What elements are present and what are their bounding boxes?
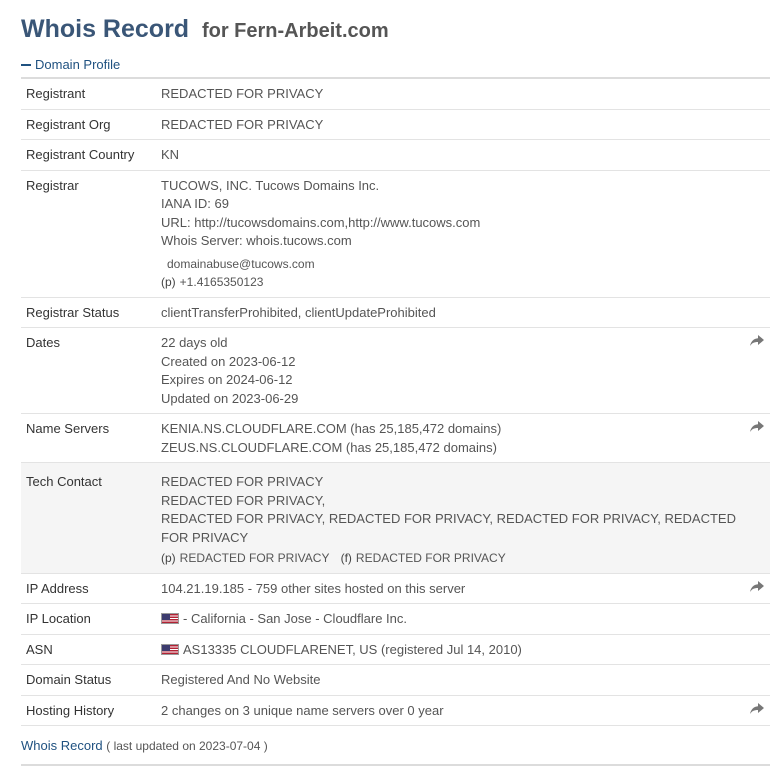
registrar-iana: IANA ID: 69 bbox=[161, 196, 229, 211]
row-name-servers: Name Servers KENIA.NS.CLOUDFLARE.COM (ha… bbox=[21, 413, 770, 463]
tech-contact-value: REDACTED FOR PRIVACY REDACTED FOR PRIVAC… bbox=[156, 462, 770, 574]
us-flag-icon bbox=[161, 643, 179, 655]
domain-profile-table: Registrant REDACTED FOR PRIVACY Registra… bbox=[21, 77, 770, 726]
registrar-phone: +1.4165350123 bbox=[179, 275, 264, 289]
row-domain-status: Domain Status Registered And No Website bbox=[21, 664, 770, 696]
row-dates: Dates 22 days old Created on 2023-06-12 … bbox=[21, 327, 770, 414]
dates-value: 22 days old Created on 2023-06-12 Expire… bbox=[156, 327, 770, 414]
name-server-1: KENIA.NS.CLOUDFLARE.COM (has 25,185,472 … bbox=[161, 421, 502, 436]
row-label: Registrar bbox=[21, 170, 156, 298]
row-label: Name Servers bbox=[21, 413, 156, 463]
row-label: IP Address bbox=[21, 573, 156, 604]
row-label: Dates bbox=[21, 327, 156, 414]
ip-location-value: - California - San Jose - Cloudflare Inc… bbox=[156, 603, 770, 635]
whois-page: Whois Record for Fern-Arbeit.com Domain … bbox=[0, 0, 774, 766]
row-registrant-org: Registrant Org REDACTED FOR PRIVACY bbox=[21, 109, 770, 140]
row-value: Registered And No Website bbox=[156, 664, 770, 696]
row-label: Tech Contact bbox=[21, 462, 156, 574]
tech-contact-line-3: REDACTED FOR PRIVACY, REDACTED FOR PRIVA… bbox=[161, 511, 736, 545]
tech-contact-line-1: REDACTED FOR PRIVACY bbox=[161, 474, 324, 489]
row-registrant: Registrant REDACTED FOR PRIVACY bbox=[21, 78, 770, 110]
last-updated: ( last updated on 2023-07-04 ) bbox=[106, 739, 268, 753]
tech-fax: REDACTED FOR PRIVACY bbox=[355, 551, 506, 565]
registrar-email: domainabuse@tucows.com bbox=[167, 256, 315, 271]
registrar-whois-server: Whois Server: whois.tucows.com bbox=[161, 233, 352, 248]
registrar-value: TUCOWS, INC. Tucows Domains Inc. IANA ID… bbox=[156, 170, 770, 298]
row-value: REDACTED FOR PRIVACY bbox=[156, 109, 770, 140]
whois-record-footer: Whois Record ( last updated on 2023-07-0… bbox=[21, 738, 774, 756]
registrar-name: TUCOWS, INC. Tucows Domains Inc. bbox=[161, 177, 380, 193]
hosting-history-text: 2 changes on 3 unique name servers over … bbox=[161, 702, 444, 718]
whois-record-link[interactable]: Whois Record bbox=[21, 738, 103, 753]
tech-phone: REDACTED FOR PRIVACY bbox=[179, 551, 330, 565]
row-registrar-status: Registrar Status clientTransferProhibite… bbox=[21, 297, 770, 328]
name-server-2: ZEUS.NS.CLOUDFLARE.COM (has 25,185,472 d… bbox=[161, 439, 497, 455]
tech-contact-line-2: REDACTED FOR PRIVACY, bbox=[161, 492, 326, 508]
hosting-history-value: 2 changes on 3 unique name servers over … bbox=[156, 695, 770, 726]
row-label: Registrant Country bbox=[21, 139, 156, 171]
ip-location-text: - California - San Jose - Cloudflare Inc… bbox=[183, 611, 407, 626]
domain-age: 22 days old bbox=[161, 335, 228, 350]
row-asn: ASN AS13335 CLOUDFLARENET, US (registere… bbox=[21, 634, 770, 665]
minus-icon bbox=[21, 63, 31, 66]
ip-address-value: 104.21.19.185 - 759 other sites hosted o… bbox=[156, 573, 770, 604]
fax-tag: (f) bbox=[340, 551, 352, 565]
asn-value: AS13335 CLOUDFLARENET, US (registered Ju… bbox=[156, 634, 770, 665]
row-ip-location: IP Location - California - San Jose - Cl… bbox=[21, 603, 770, 635]
row-tech-contact: Tech Contact REDACTED FOR PRIVACY REDACT… bbox=[21, 462, 770, 574]
phone-tag: (p) bbox=[161, 551, 176, 565]
page-title-main: Whois Record bbox=[21, 15, 190, 43]
registrar-url: URL: http://tucowsdomains.com,http://www… bbox=[161, 214, 481, 230]
expires-date: Expires on 2024-06-12 bbox=[161, 372, 293, 387]
row-label: Registrant Org bbox=[21, 109, 156, 140]
row-label: ASN bbox=[21, 634, 156, 665]
created-date: Created on 2023-06-12 bbox=[161, 353, 296, 369]
share-arrow-icon[interactable] bbox=[750, 335, 764, 347]
row-value: KN bbox=[156, 139, 770, 171]
domain-profile-toggle[interactable]: Domain Profile bbox=[21, 53, 774, 77]
row-value: REDACTED FOR PRIVACY bbox=[156, 78, 770, 110]
ip-address-text: 104.21.19.185 - 759 other sites hosted o… bbox=[161, 580, 466, 596]
phone-tag: (p) bbox=[161, 275, 176, 289]
share-arrow-icon[interactable] bbox=[750, 580, 764, 593]
row-registrant-country: Registrant Country KN bbox=[21, 139, 770, 171]
row-label: Domain Status bbox=[21, 664, 156, 696]
row-hosting-history: Hosting History 2 changes on 3 unique na… bbox=[21, 695, 770, 726]
us-flag-icon bbox=[161, 613, 179, 624]
row-label: Registrar Status bbox=[21, 297, 156, 328]
page-title-domain: for Fern-Arbeit.com bbox=[201, 20, 389, 42]
row-ip-address: IP Address 104.21.19.185 - 759 other sit… bbox=[21, 573, 770, 604]
row-value: clientTransferProhibited, clientUpdatePr… bbox=[156, 297, 770, 328]
row-label: Hosting History bbox=[21, 695, 156, 726]
share-arrow-icon[interactable] bbox=[750, 421, 764, 433]
row-label: IP Location bbox=[21, 603, 156, 635]
row-registrar: Registrar TUCOWS, INC. Tucows Domains In… bbox=[21, 170, 770, 298]
name-servers-value: KENIA.NS.CLOUDFLARE.COM (has 25,185,472 … bbox=[156, 413, 770, 463]
updated-date: Updated on 2023-06-29 bbox=[161, 390, 299, 406]
page-title: Whois Record for Fern-Arbeit.com bbox=[21, 0, 774, 47]
row-label: Registrant bbox=[21, 78, 156, 110]
domain-profile-label: Domain Profile bbox=[35, 57, 121, 72]
asn-text: AS13335 CLOUDFLARENET, US (registered Ju… bbox=[183, 641, 522, 657]
share-arrow-icon[interactable] bbox=[750, 702, 764, 715]
